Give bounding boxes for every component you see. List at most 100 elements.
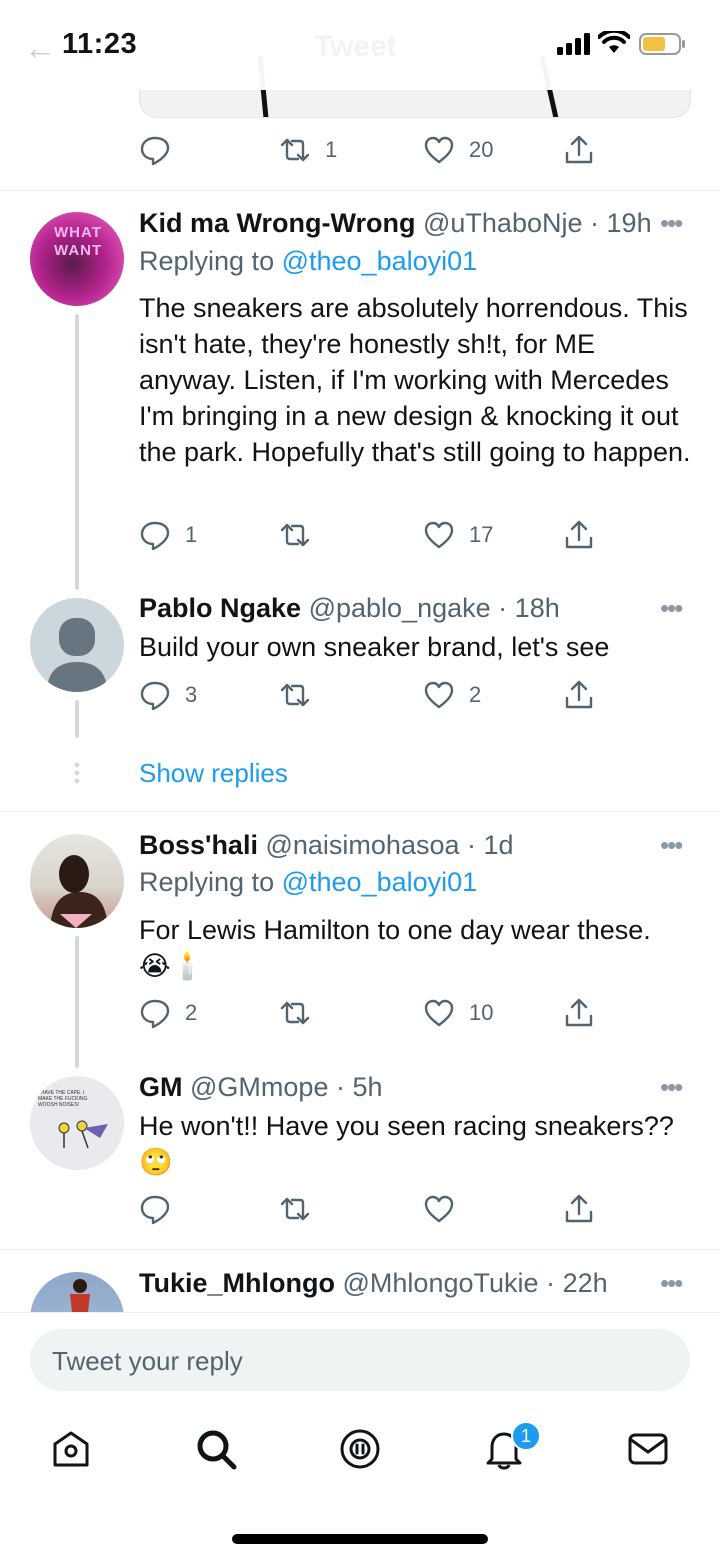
thread-line — [75, 314, 79, 590]
divider — [0, 1249, 720, 1250]
tweet-emoji: 😭🕯️ — [139, 951, 205, 981]
avatar[interactable] — [30, 834, 124, 928]
heart-icon — [424, 681, 454, 709]
default-profile-icon — [47, 618, 107, 692]
back-arrow-icon[interactable]: ← — [24, 30, 56, 67]
reply-icon — [140, 1195, 170, 1225]
search-icon — [197, 1430, 237, 1470]
username[interactable]: @uThaboNje — [423, 208, 583, 238]
home-icon — [53, 1431, 89, 1467]
timestamp: 5h — [352, 1072, 383, 1102]
wifi-icon — [598, 31, 630, 53]
username[interactable]: @GMmope — [190, 1072, 328, 1102]
reply-button[interactable] — [139, 1189, 185, 1229]
username[interactable]: @MhlongoTukie — [343, 1268, 539, 1298]
status-bar: ← 11:23 Tweet — [0, 0, 720, 90]
heart-icon — [424, 136, 454, 164]
show-replies-link[interactable]: Show replies — [139, 758, 288, 789]
display-name[interactable]: Kid ma Wrong-Wrong — [139, 208, 415, 238]
tab-search[interactable] — [194, 1427, 238, 1471]
reply-icon — [140, 136, 170, 166]
more-options-icon[interactable]: ••• — [660, 593, 690, 627]
avatar[interactable]: WHAT WANT — [30, 212, 124, 306]
retweet-button[interactable] — [279, 1189, 325, 1229]
replying-to: Replying to @theo_baloyi01 — [139, 867, 478, 897]
timestamp: 18h — [514, 593, 560, 623]
tweet-actions: 1 17 — [139, 515, 609, 555]
reply-input[interactable]: Tweet your reply — [30, 1329, 690, 1391]
signal-icon — [557, 33, 590, 55]
more-replies-dots-icon — [74, 762, 80, 784]
share-button[interactable] — [563, 993, 595, 1033]
share-button[interactable] — [563, 1189, 595, 1229]
tab-home[interactable] — [49, 1427, 93, 1471]
notification-badge: 1 — [511, 1421, 541, 1451]
like-button[interactable]: 20 — [423, 130, 493, 170]
display-name[interactable]: Boss'hali — [139, 830, 258, 860]
more-options-icon[interactable]: ••• — [660, 830, 690, 864]
display-name[interactable]: Tukie_Mhlongo — [139, 1268, 335, 1298]
profile-photo — [50, 855, 108, 928]
reply-header: Pablo Ngake @pablo_ngake · 18h — [139, 593, 560, 623]
like-button[interactable]: 17 — [423, 515, 493, 555]
retweet-button[interactable] — [279, 675, 325, 715]
display-name[interactable]: GM — [139, 1072, 183, 1102]
default-avatar[interactable] — [30, 598, 124, 692]
reply-header: Boss'hali @naisimohasoa · 1d — [139, 830, 514, 860]
thread-line — [75, 936, 79, 1068]
replying-to: Replying to @theo_baloyi01 — [139, 246, 478, 276]
tweet-actions: 3 2 — [139, 675, 609, 715]
reply-button[interactable]: 3 — [139, 675, 197, 715]
share-icon — [565, 520, 593, 549]
divider — [0, 190, 720, 191]
reply-button[interactable] — [139, 130, 185, 170]
retweet-icon — [280, 1197, 310, 1221]
page-title: Tweet — [314, 30, 397, 63]
more-options-icon[interactable]: ••• — [660, 208, 690, 242]
mention-link[interactable]: @theo_baloyi01 — [282, 867, 478, 897]
share-button[interactable] — [563, 515, 595, 555]
reply-button[interactable]: 1 — [139, 515, 197, 555]
share-icon — [565, 998, 593, 1027]
like-button[interactable] — [423, 1189, 469, 1229]
tweet-actions — [139, 1189, 609, 1229]
divider — [0, 811, 720, 812]
more-options-icon[interactable]: ••• — [660, 1072, 690, 1106]
like-button[interactable]: 10 — [423, 993, 493, 1033]
reply-header: Kid ma Wrong-Wrong @uThaboNje · 19h — [139, 208, 652, 238]
share-button[interactable] — [563, 130, 595, 170]
tweet-actions: 2 10 — [139, 993, 609, 1033]
retweet-icon — [280, 1001, 310, 1025]
share-icon — [565, 135, 593, 164]
retweet-icon — [280, 683, 310, 707]
cartoon-drawing — [58, 1120, 108, 1149]
reply-icon — [140, 681, 170, 711]
share-button[interactable] — [563, 675, 595, 715]
tweet-text: Build your own sneaker brand, let's see — [139, 632, 610, 662]
spaces-icon — [340, 1429, 380, 1469]
retweet-icon — [280, 523, 310, 547]
username[interactable]: @naisimohasoa — [265, 830, 459, 860]
retweet-button[interactable]: 1 — [279, 130, 337, 170]
tab-messages[interactable] — [626, 1427, 670, 1471]
heart-icon — [424, 1195, 454, 1223]
reply-composer: Tweet your reply — [0, 1312, 720, 1407]
mention-link[interactable]: @theo_baloyi01 — [282, 246, 478, 276]
share-icon — [565, 680, 593, 709]
reply-button[interactable]: 2 — [139, 993, 197, 1033]
tweet-text: For Lewis Hamilton to one day wear these… — [139, 915, 651, 945]
retweet-button[interactable] — [279, 515, 325, 555]
username[interactable]: @pablo_ngake — [309, 593, 491, 623]
avatar[interactable]: I HAVE THE CAPE. I MAKE THE FUCKING WOOS… — [30, 1076, 124, 1170]
more-options-icon[interactable]: ••• — [660, 1268, 690, 1302]
heart-icon — [424, 521, 454, 549]
like-button[interactable]: 2 — [423, 675, 481, 715]
reply-icon — [140, 521, 170, 551]
thread-line — [75, 700, 79, 738]
retweet-icon — [280, 138, 310, 162]
messages-icon — [628, 1433, 668, 1465]
tweet-text: The sneakers are absolutely horrendous. … — [139, 293, 691, 467]
display-name[interactable]: Pablo Ngake — [139, 593, 301, 623]
retweet-button[interactable] — [279, 993, 325, 1033]
tab-spaces[interactable] — [338, 1427, 382, 1471]
